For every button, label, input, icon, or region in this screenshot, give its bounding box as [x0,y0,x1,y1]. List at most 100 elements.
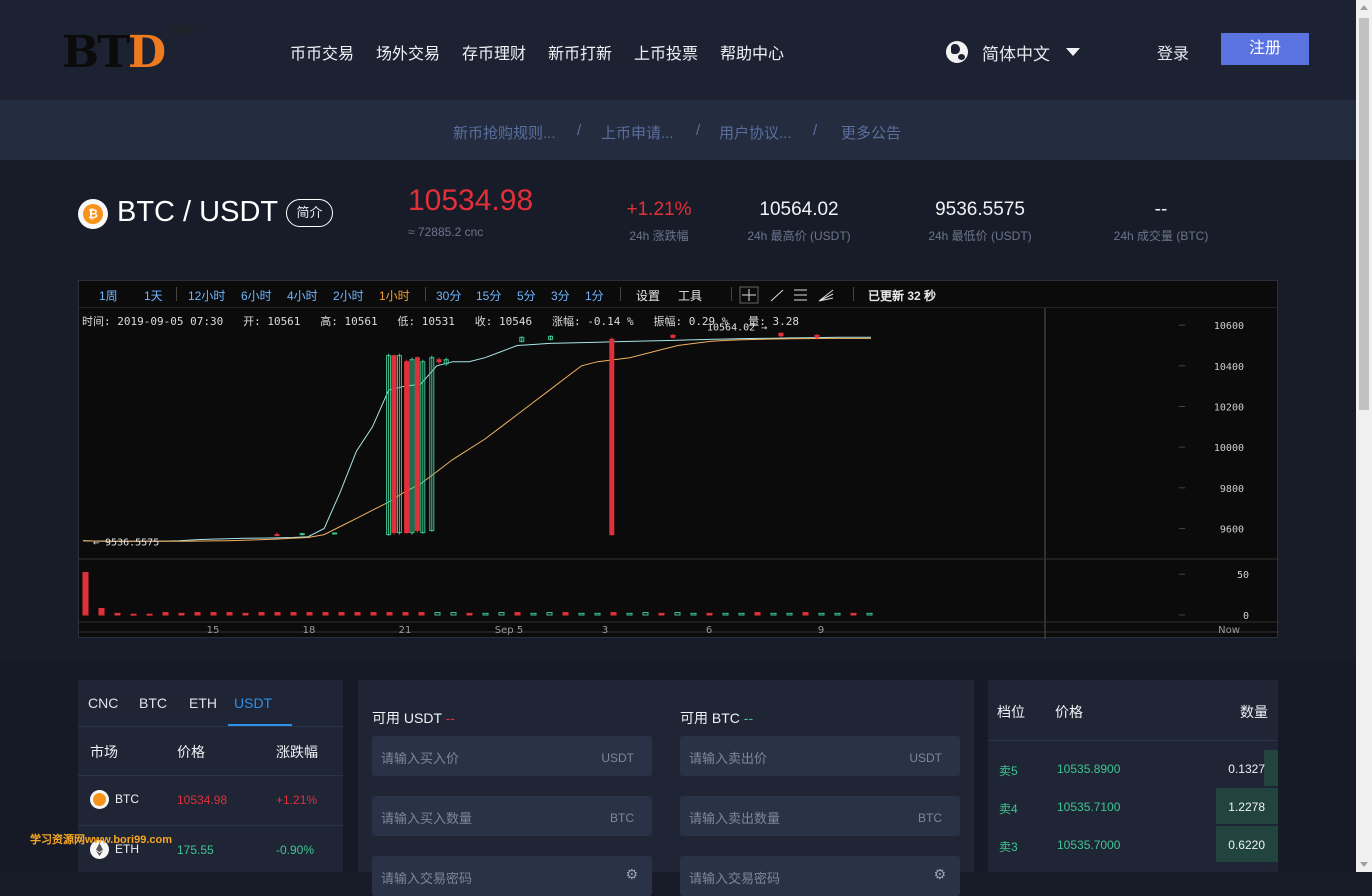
time-tick-label: 15 [207,625,220,636]
gear-icon[interactable]: ⚙ [625,866,638,883]
volume-bar [290,612,297,616]
volume-bar [98,607,105,616]
nav-coin-trade[interactable]: 币币交易 [290,40,354,64]
last-price: 10534.98 [408,184,534,217]
orderbook-row[interactable]: 卖4 10535.7100 1.2278 [988,788,1278,826]
market-row[interactable]: BTC 10534.98 +1.21% [78,776,343,824]
low-label: 24h 最低价 (USDT) [928,229,1032,243]
announcement-link[interactable]: 新币抢购规则... [453,122,556,143]
time-tick-label: 3 [602,625,608,636]
gear-icon[interactable]: ⚙ [933,866,946,883]
market-price: 175.55 [177,843,214,857]
sell-amount-unit: BTC [918,811,942,825]
volume-bar [450,612,457,616]
scroll-up-icon[interactable] [1360,5,1368,10]
volume-bar [258,612,265,616]
volume-bar [498,612,505,616]
volume-bar [306,612,313,616]
market-tab-btc[interactable]: BTC [139,695,167,711]
change-value: +1.21% [626,199,692,220]
market-tab-cnc[interactable]: CNC [88,695,118,711]
high-value: 10564.02 [759,199,839,220]
announcement-separator: / [813,122,818,139]
more-announcements-link[interactable]: 更多公告 [841,122,901,143]
nav-otc-trade[interactable]: 场外交易 [376,40,440,64]
volume-bar [738,612,745,616]
depth-bar [1264,750,1278,786]
volume-bar [866,612,873,616]
btc-coin-icon: ₿ [78,199,108,229]
price-tick-label: 10000 [1214,443,1244,454]
market-price: 10534.98 [177,793,228,807]
stat-volume: -- 24h 成交量 (BTC) [1081,199,1241,244]
page-scrollbar[interactable] [1356,0,1372,872]
language-selector[interactable]: 简体中文 [946,38,1080,66]
buy-password-placeholder: 请输入交易密码 [381,871,473,886]
volume-bar [658,612,665,616]
time-tick-label: 6 [706,625,712,636]
candle-body [670,334,676,338]
market-tab-eth[interactable]: ETH [189,695,217,711]
nav-new-coin[interactable]: 新币打新 [548,40,612,64]
volume-bar [274,612,281,616]
sell-password-input[interactable]: 请输入交易密码 ⚙ [680,856,960,896]
nav-listing-vote[interactable]: 上币投票 [634,40,698,64]
buy-available-value: -- [445,710,455,726]
time-tick-label: 21 [399,625,412,636]
volume-bar [322,612,329,616]
price-tick-label: 10400 [1214,362,1244,373]
divider [988,740,1278,741]
nav-help-center[interactable]: 帮助中心 [720,40,784,64]
chart-canvas[interactable]: 10600 10400 10200 10000 9800 9600 50 0 15 18 21 Sep… [79,281,1279,639]
login-link[interactable]: 登录 [1157,40,1189,64]
volume-bar [82,572,89,616]
register-button[interactable]: 注册 [1221,33,1309,65]
volume-bar [354,612,361,616]
announcement-link[interactable]: 用户协议... [719,122,792,143]
candle-body [404,361,410,534]
order-qty: 0.1327 [1228,762,1265,776]
buy-available: 可用 USDT -- [372,708,455,728]
orderbook-row[interactable]: 卖5 10535.8900 0.1327 [988,750,1278,788]
volume-bar [674,612,681,616]
price-cnc: ≈ 72885.2 cnc [408,225,484,239]
market-change: +1.21% [276,793,318,807]
time-tick-label: 18 [303,625,316,636]
volume-bar [754,612,761,616]
change-label: 24h 涨跌幅 [629,229,689,243]
buy-available-label: 可用 USDT [372,710,442,726]
sell-password-placeholder: 请输入交易密码 [689,871,781,886]
stat-change: +1.21% 24h 涨跌幅 [579,199,739,244]
buy-price-input[interactable]: 请输入买入价 USDT [372,736,652,776]
scroll-down-icon[interactable] [1360,862,1368,867]
volume-bar [786,612,793,616]
sell-available-label: 可用 BTC [680,710,740,726]
nav-deposit-finance[interactable]: 存币理财 [462,40,526,64]
volume-bar [162,612,169,616]
buy-password-input[interactable]: 请输入交易密码 ⚙ [372,856,652,896]
volume-bar [370,612,377,616]
intro-button[interactable]: 简介 [286,199,333,227]
sell-amount-input[interactable]: 请输入卖出数量 BTC [680,796,960,836]
price-tick-label: 10200 [1214,402,1244,413]
volume-bar [850,612,857,616]
announcement-separator: / [577,122,582,139]
volume-bar [434,612,441,616]
announcement-link[interactable]: 上币申请... [601,122,674,143]
site-logo[interactable]: BTD PRO [62,24,202,78]
orderbook-row[interactable]: 卖3 10535.7000 0.6220 [988,826,1278,864]
buy-amount-input[interactable]: 请输入买入数量 BTC [372,796,652,836]
scrollbar-thumb[interactable] [1359,18,1369,410]
sell-price-unit: USDT [909,751,942,765]
logo-pro: PRO [166,24,193,37]
market-symbol: BTC [115,792,139,806]
market-tab-usdt[interactable]: USDT [234,695,272,711]
time-tick-label: Sep 5 [495,625,523,636]
volume-bar [514,612,521,616]
kline-chart[interactable]: 1周 1天 12小时 6小时 4小时 2小时 1小时 30分 15分 5分 3分… [78,280,1279,639]
low-price-marker: ← 9536.5575 [93,538,159,549]
sell-price-input[interactable]: 请输入卖出价 USDT [680,736,960,776]
volume-bar [770,612,777,616]
volume-tick-label: 0 [1243,611,1249,622]
buy-price-placeholder: 请输入买入价 [381,751,460,766]
